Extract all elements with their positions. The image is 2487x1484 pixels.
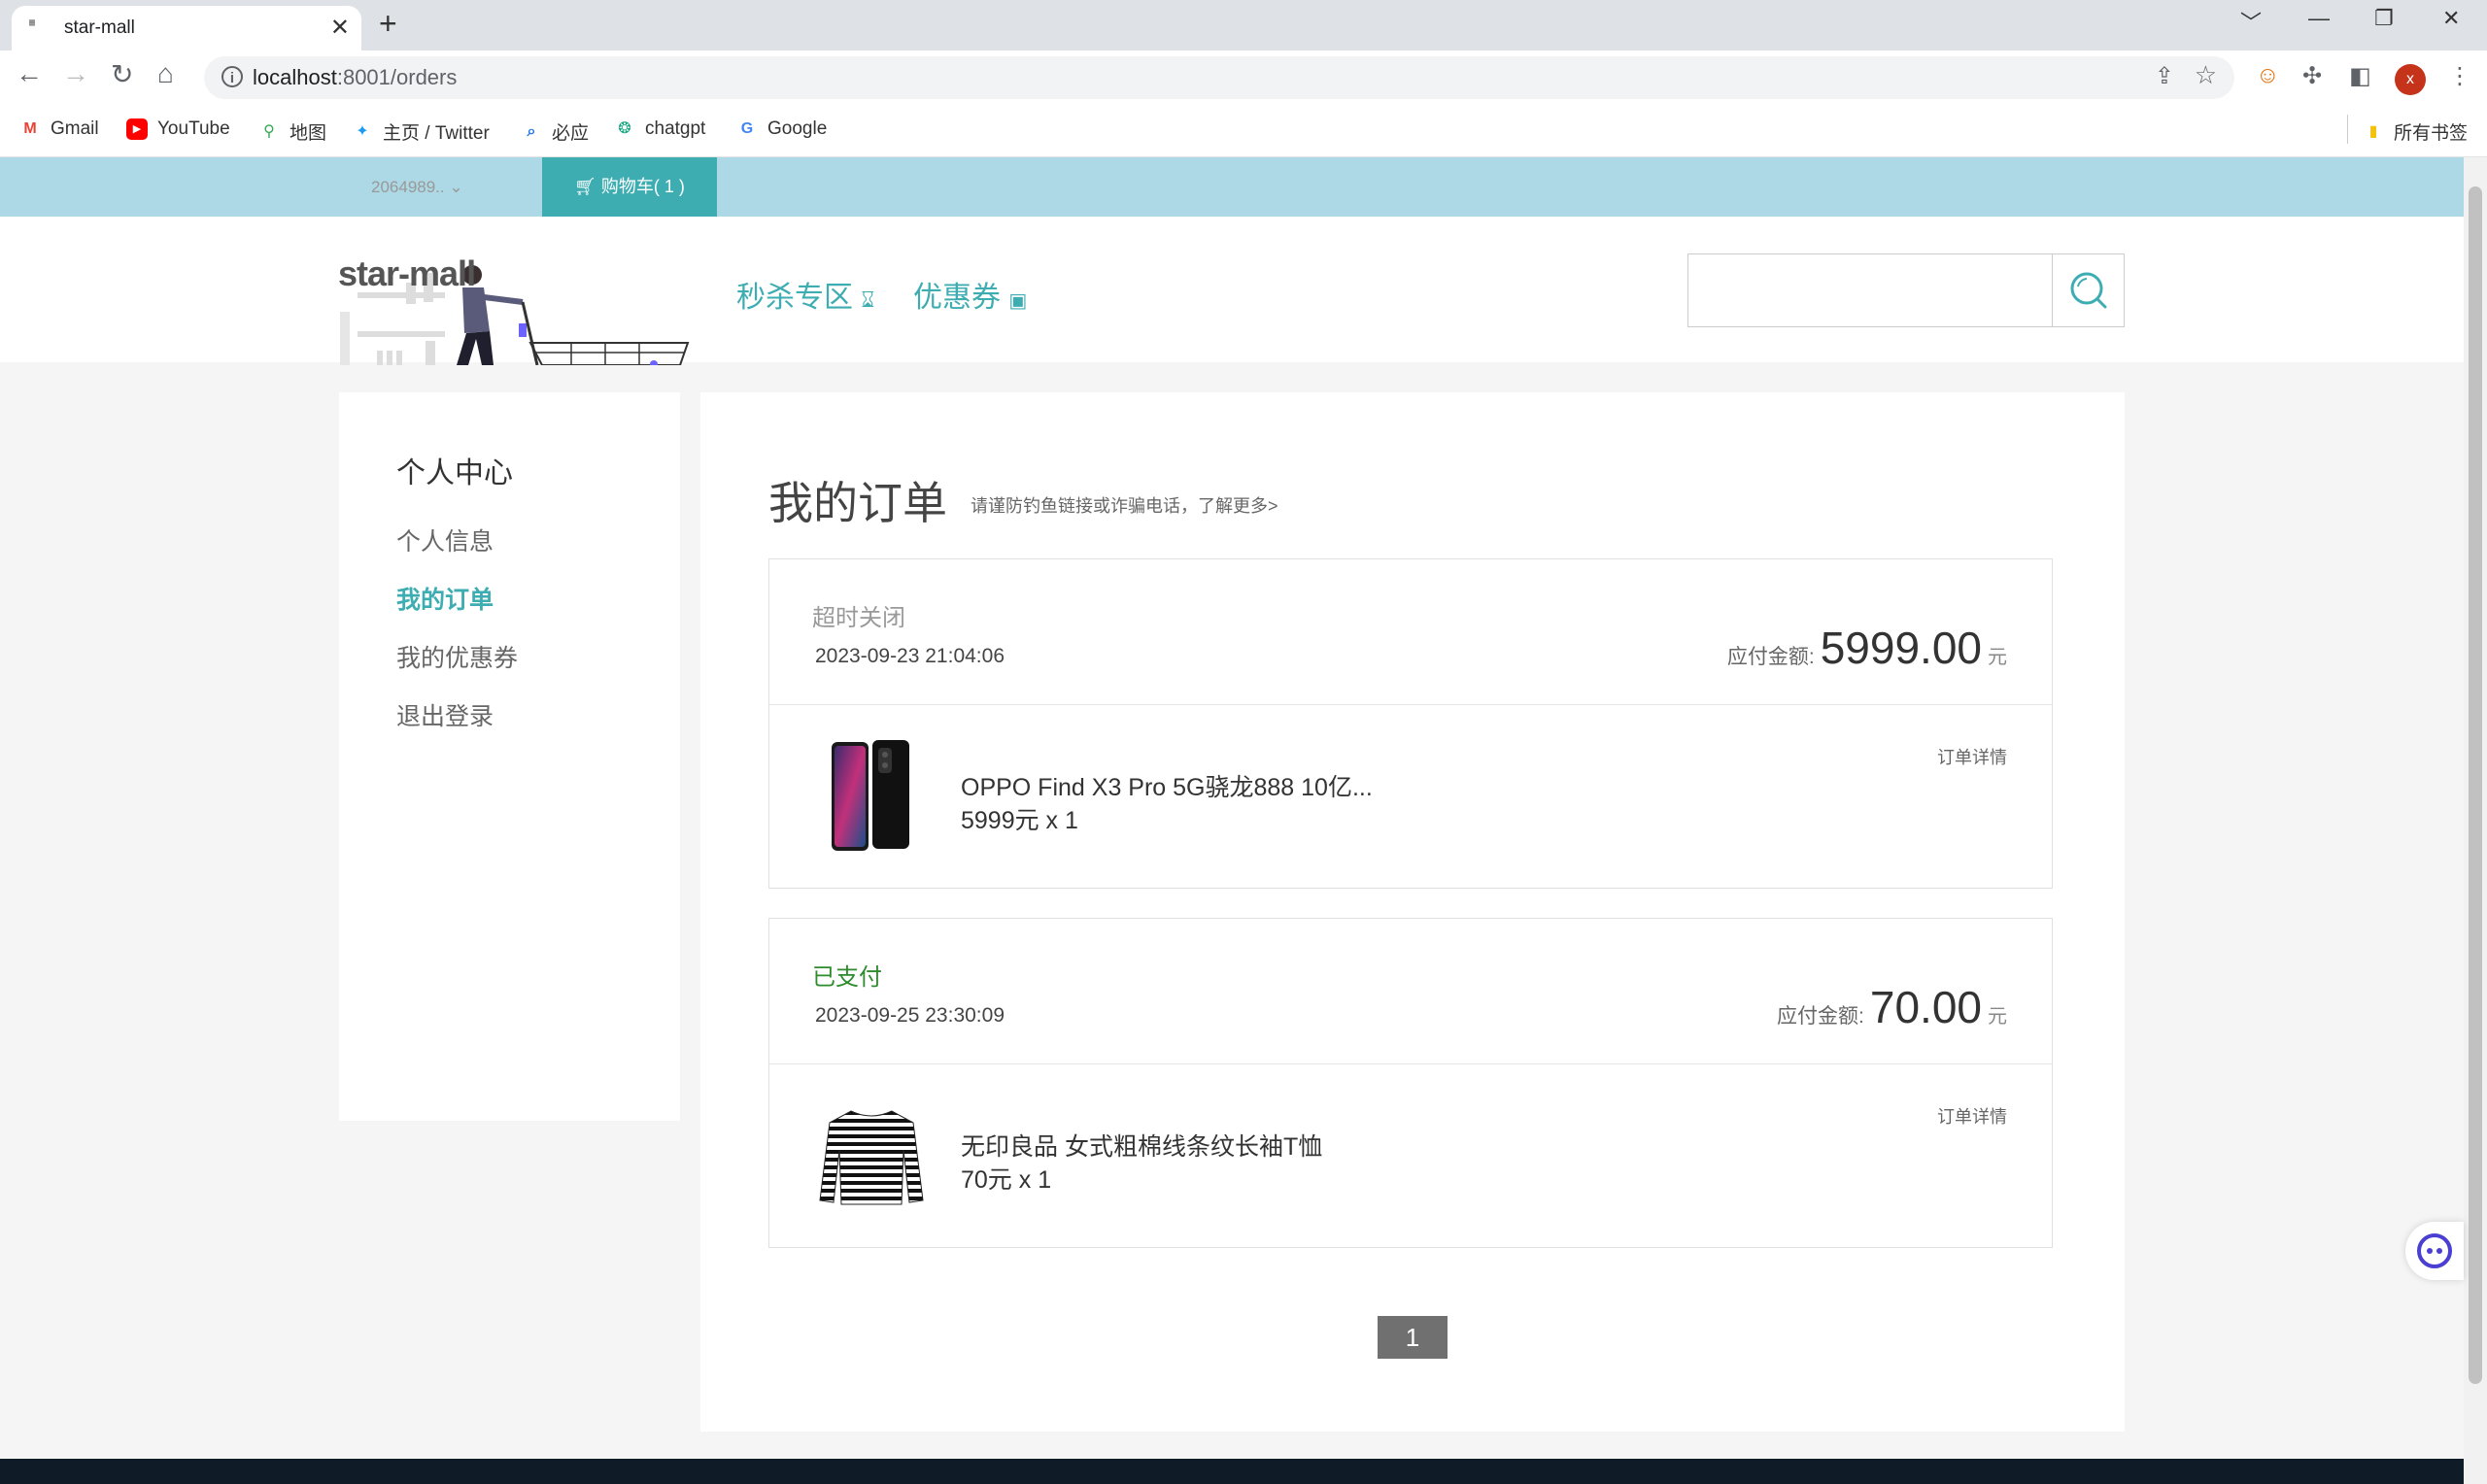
bookmark-youtube[interactable]: ▶ YouTube bbox=[126, 118, 230, 140]
back-icon[interactable]: ← bbox=[16, 58, 43, 89]
chevron-down-icon: ⌄ bbox=[449, 178, 463, 196]
flash-sale-icon: ⌛︎ bbox=[861, 287, 875, 312]
order-divider bbox=[769, 1063, 2052, 1064]
sidebar-item-logout[interactable]: 退出登录 bbox=[396, 697, 494, 732]
bookmark-gmail[interactable]: M Gmail bbox=[19, 118, 98, 140]
tab-title: star-mall bbox=[64, 17, 135, 38]
extension-chat-icon[interactable]: ☺ bbox=[2256, 62, 2280, 89]
assistant-face-icon bbox=[2417, 1233, 2452, 1268]
google-icon: G bbox=[740, 120, 754, 137]
search-icon: ⌕ bbox=[527, 122, 536, 140]
sidebar-title: 个人中心 bbox=[396, 457, 513, 489]
order-time: 2023-09-25 23:30:09 bbox=[815, 1004, 1005, 1027]
twitter-icon: ✦ bbox=[356, 122, 369, 140]
site-info-icon[interactable]: i bbox=[221, 66, 243, 87]
product-name[interactable]: OPPO Find X3 Pro 5G骁龙888 10亿... bbox=[961, 768, 1373, 803]
order-status: 超时关闭 bbox=[812, 605, 905, 631]
new-tab-button[interactable]: + bbox=[379, 6, 397, 42]
order-amount: 应付金额: 5999.00 元 bbox=[1726, 623, 2007, 673]
maps-icon: ⚲ bbox=[263, 122, 275, 140]
folder-icon: ▮ bbox=[2368, 122, 2378, 140]
user-menu[interactable]: 2064989.. ⌄ bbox=[371, 178, 463, 197]
product-price: 70元 x 1 bbox=[961, 1166, 1052, 1194]
search-button[interactable] bbox=[2052, 253, 2125, 327]
order-card: 已支付 2023-09-25 23:30:09 应付金额: 70.00 元 无印… bbox=[768, 918, 2053, 1248]
product-image-shirt[interactable] bbox=[818, 1096, 925, 1214]
browser-tab[interactable]: ▦ star-mall ✕ bbox=[12, 6, 361, 51]
scrollbar-thumb[interactable] bbox=[2469, 186, 2482, 1384]
menu-dots-icon[interactable]: ⋮ bbox=[2448, 62, 2471, 90]
chatgpt-icon: ❂ bbox=[618, 120, 631, 137]
assistant-bubble[interactable] bbox=[2405, 1222, 2464, 1280]
gmail-icon: M bbox=[23, 120, 37, 137]
reload-icon[interactable]: ↻ bbox=[111, 58, 133, 90]
nav-coupon[interactable]: 优惠券 ▣ bbox=[913, 273, 1027, 316]
order-status: 已支付 bbox=[812, 964, 882, 991]
page-title: 我的订单 bbox=[768, 478, 947, 528]
order-detail-link[interactable]: 订单详情 bbox=[1937, 744, 2007, 769]
product-name[interactable]: 无印良品 女式粗棉线条纹长袖T恤 bbox=[961, 1128, 1322, 1163]
order-detail-link[interactable]: 订单详情 bbox=[1937, 1103, 2007, 1129]
account-sidebar: 个人中心 个人信息 我的订单 我的优惠券 退出登录 bbox=[339, 392, 680, 1121]
sidebar-item-orders[interactable]: 我的订单 bbox=[396, 581, 494, 616]
minimize-icon[interactable]: — bbox=[2308, 6, 2330, 31]
order-divider bbox=[769, 704, 2052, 705]
site-topbar: 2064989.. ⌄ 🛒︎ 购物车( 1 ) bbox=[0, 157, 2464, 217]
cart-icon: 🛒︎ bbox=[574, 177, 596, 196]
anti-fraud-tip-link[interactable]: 请谨防钓鱼链接或诈骗电话，了解更多> bbox=[971, 492, 1278, 518]
search-icon bbox=[2070, 272, 2107, 309]
all-bookmarks[interactable]: ▮ 所有书签 bbox=[2363, 118, 2468, 145]
bookmark-star-icon[interactable]: ☆ bbox=[2195, 60, 2217, 90]
order-card: 超时关闭 2023-09-23 21:04:06 应付金额: 5999.00 元… bbox=[768, 558, 2053, 889]
tab-close-icon[interactable]: ✕ bbox=[330, 14, 350, 42]
sidebar-item-profile[interactable]: 个人信息 bbox=[396, 523, 494, 557]
bookmark-twitter[interactable]: ✦ 主页 / Twitter bbox=[352, 118, 490, 145]
order-time: 2023-09-23 21:04:06 bbox=[815, 645, 1005, 667]
bookmark-bing[interactable]: ⌕ 必应 bbox=[521, 118, 590, 145]
pagination-page-button[interactable]: 1 bbox=[1378, 1316, 1448, 1359]
brand-name: star-mall bbox=[338, 253, 476, 293]
tab-search-icon[interactable]: ﹀ bbox=[2240, 6, 2262, 37]
nav-flash-sale[interactable]: 秒杀专区 ⌛︎ bbox=[736, 273, 874, 316]
browser-toolbar: ← → ↻ ⌂ i localhost:8001/orders ⇪ ☆ ☺ ✣ … bbox=[0, 51, 2487, 105]
cart-button[interactable]: 🛒︎ 购物车( 1 ) bbox=[542, 157, 717, 217]
site-logo[interactable]: star-mall bbox=[338, 234, 690, 365]
orders-panel: 我的订单 请谨防钓鱼链接或诈骗电话，了解更多> 超时关闭 2023-09-23 … bbox=[700, 392, 2125, 1432]
coupon-icon: ▣ bbox=[1008, 290, 1028, 312]
product-image-phone[interactable] bbox=[818, 736, 925, 855]
restore-icon[interactable]: ❐ bbox=[2374, 6, 2394, 31]
side-panel-icon[interactable]: ◧ bbox=[2349, 62, 2371, 90]
youtube-icon: ▶ bbox=[126, 118, 148, 140]
site-header: star-mall 秒杀专区 ⌛︎ 优惠券 ▣ bbox=[0, 217, 2464, 365]
bookmark-chatgpt[interactable]: ❂ chatgpt bbox=[614, 118, 705, 140]
tab-favicon-icon: ▦ bbox=[29, 17, 36, 28]
bookmarks-divider bbox=[2347, 115, 2348, 144]
sidebar-item-coupons[interactable]: 我的优惠券 bbox=[396, 639, 518, 674]
share-icon[interactable]: ⇪ bbox=[2155, 62, 2174, 90]
bookmark-maps[interactable]: ⚲ 地图 bbox=[258, 118, 326, 145]
site-footer bbox=[0, 1459, 2464, 1484]
home-icon[interactable]: ⌂ bbox=[157, 58, 174, 89]
bookmark-google[interactable]: G Google bbox=[736, 118, 828, 140]
address-bar[interactable]: i localhost:8001/orders ⇪ ☆ bbox=[204, 56, 2234, 99]
order-amount: 应付金额: 70.00 元 bbox=[1777, 982, 2007, 1032]
extensions-puzzle-icon[interactable]: ✣ bbox=[2302, 62, 2322, 90]
product-price: 5999元 x 1 bbox=[961, 807, 1078, 834]
close-window-icon[interactable]: ✕ bbox=[2442, 6, 2460, 31]
bookmarks-bar: M Gmail ▶ YouTube ⚲ 地图 ✦ 主页 / Twitter ⌕ 必应 ❂ c… bbox=[0, 105, 2487, 157]
forward-icon[interactable]: → bbox=[62, 58, 89, 89]
browser-tab-bar: ▦ star-mall ✕ + ﹀ — ❐ ✕ bbox=[0, 0, 2487, 51]
profile-avatar[interactable]: x bbox=[2395, 64, 2426, 95]
url-text: localhost:8001/orders bbox=[253, 65, 458, 89]
